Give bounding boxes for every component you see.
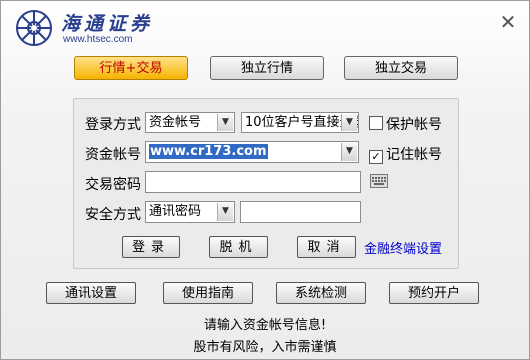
brand-title: 海通证券	[61, 13, 154, 35]
remember-account-checkbox[interactable]: ✓ 记住帐号	[369, 144, 442, 164]
login-method-label: 登录方式	[85, 117, 141, 133]
finance-terminal-settings-link[interactable]: 金融终端设置	[364, 238, 442, 257]
keyboard-icon[interactable]	[370, 174, 388, 188]
security-input[interactable]	[240, 201, 361, 223]
security-method-label: 安全方式	[85, 207, 141, 223]
haitong-logo-icon	[16, 10, 52, 46]
close-icon[interactable]: ✕	[497, 11, 519, 33]
password-label: 交易密码	[85, 177, 141, 193]
tab-trade-only[interactable]: 独立交易	[344, 56, 458, 80]
account-label: 资金帐号	[85, 147, 141, 163]
offline-button[interactable]: 脱机	[209, 236, 268, 258]
tab-quote-and-trade[interactable]: 行情+交易	[74, 56, 188, 80]
risk-warning: 股市有风险，入市需谨慎	[193, 340, 337, 355]
user-guide-button[interactable]: 使用指南	[163, 282, 253, 304]
chevron-down-icon: ▼	[217, 114, 233, 131]
book-account-button[interactable]: 预约开户	[389, 282, 479, 304]
cancel-button[interactable]: 取消	[297, 236, 356, 258]
checkbox-icon	[369, 116, 383, 130]
system-check-button[interactable]: 系统检测	[276, 282, 366, 304]
brand-url: www.htsec.com	[63, 34, 133, 45]
security-method-select[interactable]: 通讯密码 ▼	[145, 201, 235, 223]
login-method-select[interactable]: 资金帐号 ▼	[145, 112, 235, 133]
chevron-down-icon: ▼	[341, 143, 357, 161]
chevron-down-icon: ▼	[217, 203, 233, 221]
chevron-down-icon: ▼	[341, 114, 357, 131]
password-input[interactable]	[145, 171, 361, 193]
login-window: 海通证券 www.htsec.com ✕ 行情+交易 独立行情 独立交易 登录方…	[0, 0, 530, 360]
login-button[interactable]: 登录	[122, 236, 180, 258]
login-sub-select[interactable]: 10位客户号直接登录 ▼	[241, 112, 359, 133]
protect-account-checkbox[interactable]: 保护帐号	[369, 114, 442, 134]
status-message: 请输入资金帐号信息!	[203, 318, 327, 333]
network-settings-button[interactable]: 通讯设置	[46, 282, 136, 304]
account-input[interactable]: www.cr173.com ▼	[145, 141, 359, 163]
tab-quote-only[interactable]: 独立行情	[210, 56, 324, 80]
checkmark-icon: ✓	[369, 150, 383, 164]
